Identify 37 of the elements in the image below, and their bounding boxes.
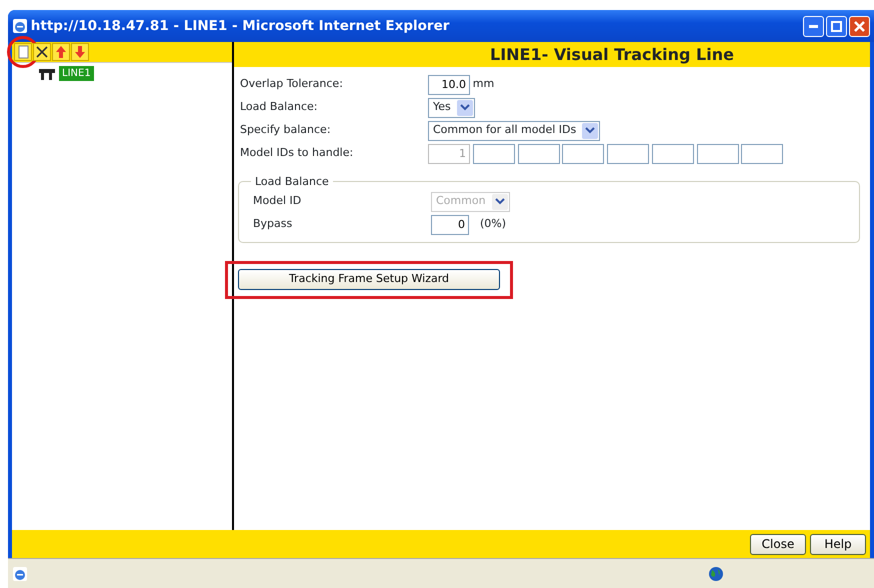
field-label: Model IDs to handle: bbox=[240, 145, 354, 162]
page-heading: LINE1- Visual Tracking Line bbox=[234, 42, 870, 67]
minimize-icon bbox=[809, 24, 818, 28]
id-field[interactable] bbox=[696, 144, 738, 164]
dropdown[interactable]: Common for all model IDs bbox=[428, 120, 600, 140]
close-icon bbox=[854, 20, 865, 32]
id-field[interactable] bbox=[472, 144, 515, 164]
globe-icon bbox=[708, 566, 724, 582]
tree-item[interactable]: LINE1 bbox=[59, 66, 94, 81]
delete-button[interactable] bbox=[33, 43, 51, 61]
id-field[interactable] bbox=[518, 144, 560, 164]
number-field[interactable]: 10.0 bbox=[428, 74, 470, 94]
browser-icon bbox=[12, 18, 28, 34]
field-label: Bypass bbox=[253, 216, 294, 232]
minimize-button[interactable] bbox=[803, 16, 824, 36]
conveyor-icon bbox=[38, 66, 56, 80]
id-field[interactable] bbox=[741, 144, 784, 164]
field-label: Overlap Tolerance: bbox=[240, 76, 344, 92]
browser-icon bbox=[12, 566, 28, 582]
dropdown[interactable]: Yes bbox=[428, 98, 475, 118]
unit-label: (0%) bbox=[480, 216, 506, 232]
footer-button[interactable]: Close bbox=[750, 534, 806, 554]
field-label: Model ID bbox=[253, 193, 302, 210]
maximize-icon bbox=[831, 20, 842, 32]
id-field[interactable] bbox=[607, 144, 649, 164]
unit-label: mm bbox=[472, 76, 494, 92]
close-button[interactable] bbox=[849, 16, 870, 36]
window-title: http://10.18.47.81 - LINE1 - Microsoft Internet Explorer bbox=[30, 16, 450, 36]
maximize-button[interactable] bbox=[826, 16, 847, 36]
id-field[interactable] bbox=[562, 144, 604, 164]
field-label: Load Balance: bbox=[240, 99, 318, 116]
number-field[interactable]: 0 bbox=[431, 214, 469, 234]
field-label: Specify balance: bbox=[240, 122, 332, 138]
down-arrow-button[interactable] bbox=[71, 43, 89, 61]
footer-button[interactable]: Help bbox=[810, 534, 866, 554]
wizard-button[interactable]: Tracking Frame Setup Wizard bbox=[238, 269, 500, 290]
id-field[interactable] bbox=[652, 144, 694, 164]
